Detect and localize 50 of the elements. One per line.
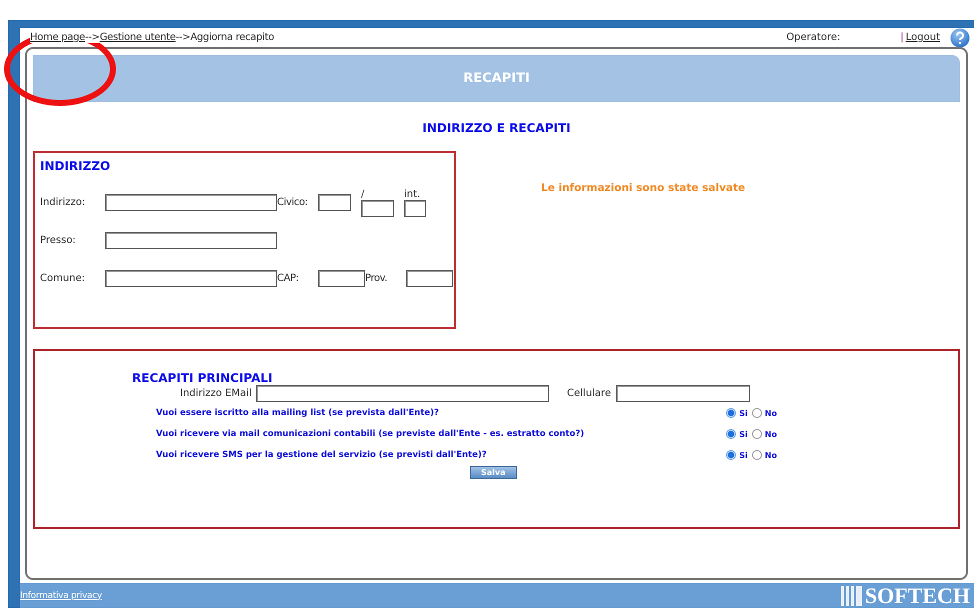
field-label: Indirizzo: (40, 197, 86, 210)
section-title: INDIRIZZO E RECAPITI (421, 121, 572, 135)
field-label: / (361, 189, 366, 200)
page-header: RECAPITI (33, 55, 960, 102)
input-field[interactable] (318, 194, 351, 211)
field-label: Presso: (40, 235, 77, 248)
breadcrumb-link[interactable]: Home page (30, 32, 85, 43)
option-label: No (764, 450, 777, 460)
radio-button[interactable] (726, 450, 736, 460)
input-field[interactable] (256, 385, 549, 402)
field-label: Comune: (40, 273, 86, 286)
field-label: CAP: (277, 273, 300, 286)
input-field[interactable] (105, 270, 277, 287)
question-text: Vuoi ricevere via mail comunicazioni contabili (se previste dall'Ente - es. estratto conto?) (156, 429, 584, 439)
field-label: int. (404, 189, 422, 200)
input-field[interactable] (404, 200, 426, 217)
field-label: Prov. (365, 273, 388, 286)
radio-button[interactable] (752, 429, 762, 439)
input-field[interactable] (406, 270, 453, 287)
option-label: No (764, 430, 777, 438)
panel-title: RECAPITI PRINCIPALI (132, 371, 274, 385)
input-field[interactable] (105, 194, 277, 211)
operator-label: Operatore: (786, 32, 840, 43)
field-label: Cellulare (567, 388, 612, 399)
option-label: Si (739, 408, 748, 418)
option-label: No (764, 408, 777, 418)
input-field[interactable] (361, 200, 394, 217)
input-field[interactable] (318, 270, 365, 287)
logout-link[interactable]: Logout (906, 32, 940, 43)
logo-stripes-icon (840, 586, 863, 606)
logo-text: SOFTECH (864, 582, 970, 608)
field-label: Civico: (277, 197, 309, 210)
help-icon[interactable] (950, 28, 970, 48)
panel-title: INDIRIZZO (40, 159, 112, 173)
radio-button[interactable] (726, 429, 736, 439)
breadcrumb-text: -->Aggiorna recapito (176, 32, 274, 43)
field-label: Indirizzo EMail (180, 388, 253, 399)
breadcrumb-text: --> (85, 32, 100, 43)
input-field[interactable] (105, 232, 277, 249)
input-field[interactable] (616, 385, 750, 402)
status-message: Le informazioni sono state salvate (541, 182, 746, 196)
radio-button[interactable] (752, 408, 762, 418)
question-text: Vuoi essere iscritto alla mailing list (se prevista dall'Ente)? (156, 408, 439, 418)
separator-mark: | (900, 32, 904, 43)
radio-button[interactable] (726, 408, 736, 418)
option-label: Si (739, 430, 748, 438)
question-text: Vuoi ricevere SMS per la gestione del servizio (se previsti dall'Ente)? (156, 450, 487, 460)
breadcrumb-link[interactable]: Gestione utente (100, 32, 176, 43)
option-label: Si (739, 450, 748, 460)
radio-button[interactable] (752, 450, 762, 460)
